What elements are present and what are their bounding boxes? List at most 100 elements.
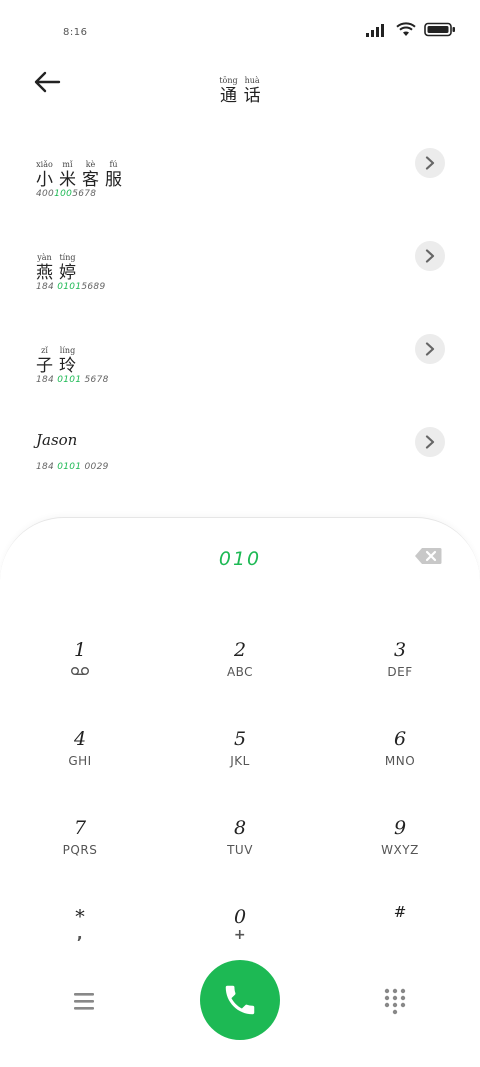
key-7[interactable]: 7 PQRS bbox=[20, 816, 140, 886]
wifi-icon bbox=[396, 22, 416, 36]
key-letters: MNO bbox=[384, 754, 416, 768]
dialed-number-display[interactable]: 010 bbox=[0, 548, 480, 570]
number-part: 400 bbox=[36, 189, 55, 199]
number-part: 0029 bbox=[81, 462, 109, 472]
header: tōng 通 huà 话 bbox=[0, 60, 480, 110]
keypad-toggle-button[interactable] bbox=[383, 987, 407, 1015]
hanzi-text: 子 bbox=[36, 356, 53, 376]
backspace-icon bbox=[415, 548, 442, 564]
contact-detail-button[interactable] bbox=[415, 241, 445, 271]
key-1[interactable]: 1 bbox=[20, 638, 140, 708]
number-part: 184 bbox=[36, 375, 58, 385]
phone-icon bbox=[225, 985, 255, 1015]
battery-icon bbox=[424, 22, 455, 37]
chevron-right-icon bbox=[425, 156, 435, 170]
key-digit: 8 bbox=[233, 817, 247, 839]
hanzi-text: 通 bbox=[220, 86, 237, 106]
call-button[interactable] bbox=[200, 960, 280, 1040]
hanzi-text: 玲 bbox=[59, 356, 76, 376]
key-2[interactable]: 2 ABC bbox=[180, 638, 300, 708]
hanzi-text: 小 bbox=[36, 170, 53, 190]
contact-name: Jason bbox=[36, 431, 78, 449]
contact-row[interactable]: yàn 燕 tíng 婷 184 01015689 bbox=[0, 241, 480, 325]
number-match: 100 bbox=[54, 189, 73, 199]
dialer-action-bar bbox=[0, 960, 480, 1046]
number-match: 0101 bbox=[57, 282, 82, 292]
hanzi-text: 服 bbox=[105, 170, 122, 190]
pinyin-text: huà bbox=[244, 76, 260, 85]
pinyin-text: tíng bbox=[59, 253, 76, 262]
number-part: 5689 bbox=[81, 282, 106, 292]
pinyin-text: yàn bbox=[37, 253, 52, 262]
pinyin-text: kè bbox=[85, 160, 96, 169]
key-digit: 0 bbox=[233, 906, 247, 928]
contact-detail-button[interactable] bbox=[415, 427, 445, 457]
key-letters: PQRS bbox=[62, 843, 98, 857]
key-letters: WXYZ bbox=[381, 843, 419, 857]
contact-name: yàn 燕 tíng 婷 bbox=[36, 245, 76, 283]
key-digit: 3 bbox=[393, 639, 407, 661]
chevron-right-icon bbox=[425, 342, 435, 356]
keypad-icon bbox=[384, 988, 406, 1015]
contact-number: 184 0101 0029 bbox=[36, 462, 109, 472]
contact-row[interactable]: Jason 184 0101 0029 bbox=[0, 427, 480, 512]
number-part: 5678 bbox=[72, 189, 97, 199]
hanzi-text: 婷 bbox=[59, 263, 76, 283]
contact-row[interactable]: xiǎo 小 mǐ 米 kè 客 fú 服 4001005678 bbox=[0, 148, 480, 232]
status-icons bbox=[366, 22, 456, 37]
key-5[interactable]: 5 JKL bbox=[180, 727, 300, 797]
chevron-right-icon bbox=[425, 249, 435, 263]
key-letters: GHI bbox=[68, 754, 92, 768]
contact-number: 4001005678 bbox=[36, 189, 96, 199]
key-digit: 4 bbox=[73, 728, 87, 750]
number-part: 184 bbox=[36, 462, 58, 472]
pinyin-text: tōng bbox=[219, 76, 238, 85]
contact-name: zǐ 子 líng 玲 bbox=[36, 338, 76, 376]
title-char: huà 话 bbox=[244, 76, 261, 106]
contact-detail-button[interactable] bbox=[415, 334, 445, 364]
key-3[interactable]: 3 DEF bbox=[340, 638, 460, 708]
key-digit: # bbox=[393, 903, 407, 921]
pinyin-text: fú bbox=[109, 160, 118, 169]
key-8[interactable]: 8 TUV bbox=[180, 816, 300, 886]
key-letters: TUV bbox=[227, 843, 253, 857]
key-digit: 6 bbox=[393, 728, 407, 750]
voicemail-icon bbox=[20, 665, 140, 679]
title-char: tōng 通 bbox=[219, 76, 237, 106]
number-match: 0101 bbox=[57, 462, 82, 472]
contact-detail-button[interactable] bbox=[415, 148, 445, 178]
backspace-button[interactable] bbox=[414, 547, 442, 567]
hanzi-text: 燕 bbox=[36, 263, 53, 283]
key-6[interactable]: 6 MNO bbox=[340, 727, 460, 797]
key-letters: , bbox=[76, 925, 84, 943]
key-letters: DEF bbox=[387, 665, 413, 679]
key-letters: ABC bbox=[226, 665, 254, 679]
key-digit: 5 bbox=[233, 728, 247, 750]
key-digit: 1 bbox=[73, 639, 87, 661]
hamburger-menu-icon bbox=[74, 993, 94, 1010]
pinyin-text: xiǎo bbox=[36, 160, 53, 169]
number-part: 184 bbox=[36, 282, 58, 292]
pinyin-text: zǐ bbox=[41, 346, 48, 355]
key-digit: 2 bbox=[233, 639, 247, 661]
contact-name: xiǎo 小 mǐ 米 kè 客 fú 服 bbox=[36, 152, 122, 190]
status-time: 8:16 bbox=[63, 27, 88, 38]
contact-number: 184 0101 5678 bbox=[36, 375, 109, 385]
chevron-right-icon bbox=[425, 435, 435, 449]
page-title: tōng 通 huà 话 bbox=[0, 68, 480, 106]
key-letters: + bbox=[233, 927, 247, 943]
number-part: 5678 bbox=[81, 375, 109, 385]
signal-icon bbox=[366, 23, 384, 37]
hanzi-text: 话 bbox=[243, 86, 261, 106]
key-digit: 7 bbox=[73, 817, 87, 839]
pinyin-text: mǐ bbox=[62, 160, 73, 169]
number-match: 0101 bbox=[57, 375, 82, 385]
hanzi-text: 客 bbox=[82, 170, 99, 190]
key-9[interactable]: 9 WXYZ bbox=[340, 816, 460, 886]
key-4[interactable]: 4 GHI bbox=[20, 727, 140, 797]
menu-button[interactable] bbox=[72, 990, 98, 1012]
status-bar: 8:16 bbox=[0, 0, 480, 60]
contact-row[interactable]: zǐ 子 líng 玲 184 0101 5678 bbox=[0, 334, 480, 418]
pinyin-text: líng bbox=[59, 346, 76, 355]
key-digit: 9 bbox=[393, 817, 407, 839]
